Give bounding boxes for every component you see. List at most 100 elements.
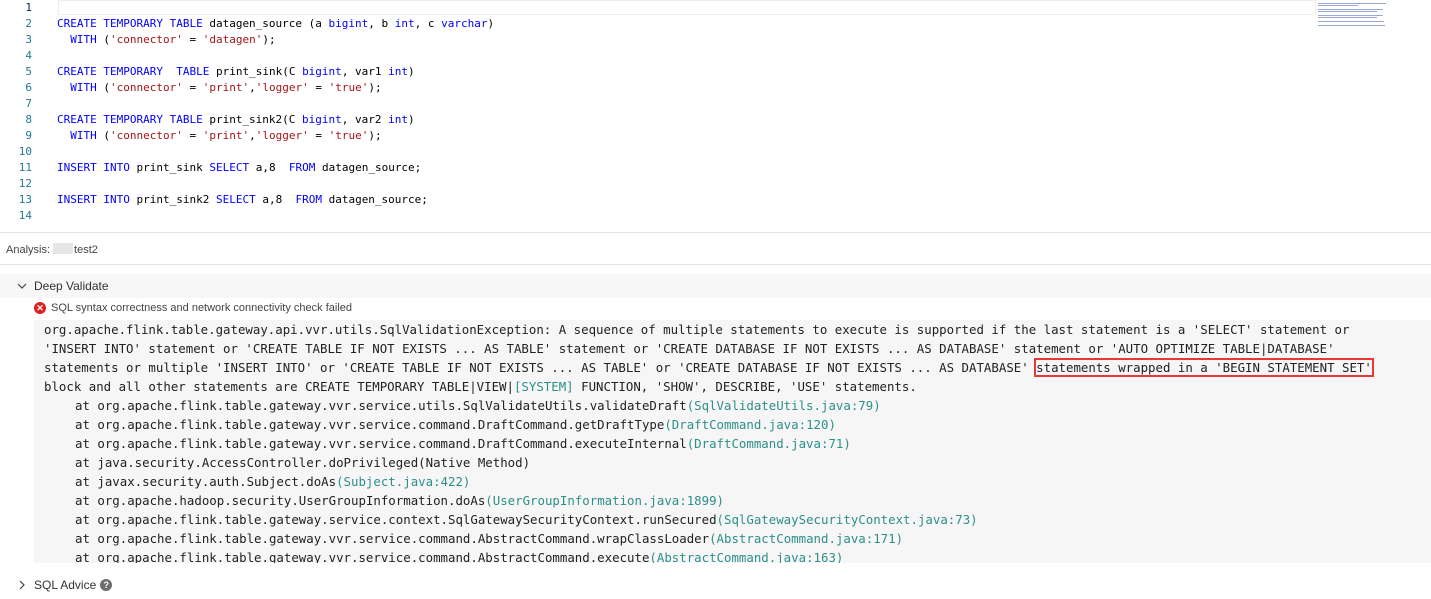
message-text: statements or multiple 'INSERT INTO' or … xyxy=(44,360,1037,375)
message-text: 'INSERT INTO' statement or 'CREATE TABLE… xyxy=(44,341,1335,356)
question-circle-icon[interactable]: ? xyxy=(100,579,113,591)
sql-keyword: CREATE TEMPORARY xyxy=(57,65,163,78)
code-token: = xyxy=(308,129,329,142)
line-number: 11 xyxy=(18,161,32,174)
sql-keyword: bigint xyxy=(302,65,342,78)
error-circle-icon: ✕ xyxy=(34,302,46,314)
error-stacktrace[interactable]: org.apache.flink.table.gateway.api.vvr.u… xyxy=(34,320,1431,563)
stack-frame-method: at org.apache.flink.table.gateway.vvr.se… xyxy=(75,436,687,451)
stack-frame-method: at org.apache.hadoop.security.UserGroupI… xyxy=(75,493,486,508)
deep-validate-header[interactable]: Deep Validate xyxy=(0,274,1431,298)
stack-frame-method: at java.security.AccessController.doPriv… xyxy=(75,455,531,470)
code-token: = xyxy=(182,81,203,94)
sql-keyword: bigint xyxy=(302,113,342,126)
code-token: ( xyxy=(96,33,110,46)
code-token: , var2 xyxy=(341,113,389,126)
code-line[interactable]: CREATE TEMPORARY TABLE print_sink2(C big… xyxy=(57,112,415,128)
code-token: , xyxy=(249,129,256,142)
stack-frame-method: at org.apache.flink.table.gateway.vvr.se… xyxy=(75,398,687,413)
stack-frame: at org.apache.flink.table.gateway.vvr.se… xyxy=(75,396,881,415)
stack-frame-source-link[interactable]: (Subject.java:422) xyxy=(336,474,470,489)
code-line[interactable]: WITH ('connector' = 'print','logger' = '… xyxy=(57,80,381,96)
editor-divider xyxy=(0,232,1431,233)
sql-keyword: bigint xyxy=(328,17,369,30)
code-token: a,8 xyxy=(249,161,289,174)
exception-message-line: block and all other statements are CREAT… xyxy=(44,377,917,396)
sql-string: 'print' xyxy=(202,81,250,94)
minimap-line xyxy=(1318,3,1386,4)
stack-frame-source-link[interactable]: (DraftCommand.java:71) xyxy=(687,436,851,451)
code-token: print_sink2 xyxy=(129,193,216,206)
exception-message-line: 'INSERT INTO' statement or 'CREATE TABLE… xyxy=(44,339,1335,358)
analysis-label: Analysis: xyxy=(6,244,51,256)
sql-advice-header[interactable]: SQL Advice ? xyxy=(0,573,1431,597)
minimap-line xyxy=(1318,11,1377,12)
stack-frame-source-link[interactable]: (AbstractCommand.java:163) xyxy=(649,550,843,563)
code-token: datagen_source; xyxy=(315,161,422,174)
sql-string: 'logger' xyxy=(255,129,309,142)
sql-string: 'true' xyxy=(328,81,369,94)
stack-frame-source-link[interactable]: (UserGroupInformation.java:1899) xyxy=(485,493,724,508)
stack-frame: at java.security.AccessController.doPriv… xyxy=(75,453,530,472)
sql-keyword: WITH xyxy=(70,81,97,94)
stack-frame: at org.apache.flink.table.gateway.vvr.se… xyxy=(75,434,851,453)
stack-frame-method: at org.apache.flink.table.gateway.servic… xyxy=(75,512,717,527)
minimap-line xyxy=(1318,5,1358,6)
sql-keyword: SELECT xyxy=(209,161,250,174)
stack-frame-source-link[interactable]: (DraftCommand.java:120) xyxy=(664,417,836,432)
sql-keyword: int xyxy=(388,113,409,126)
code-line[interactable]: CREATE TEMPORARY TABLE datagen_source (a… xyxy=(57,16,494,32)
sql-keyword: SELECT xyxy=(215,193,256,206)
stack-frame-source-link[interactable]: (AbstractCommand.java:171) xyxy=(709,531,903,546)
code-area[interactable]: CREATE TEMPORARY TABLE datagen_source (a… xyxy=(57,0,1311,232)
code-token: datagen_source; xyxy=(321,193,428,206)
sql-keyword: INSERT INTO xyxy=(57,193,130,206)
code-line[interactable]: WITH ('connector' = 'datagen'); xyxy=(57,32,275,48)
stack-frame: at org.apache.flink.table.gateway.vvr.se… xyxy=(75,548,843,563)
validation-status-text: SQL syntax correctness and network conne… xyxy=(51,302,353,314)
line-number: 3 xyxy=(25,33,32,46)
stack-frame-source-link[interactable]: (SqlValidateUtils.java:79) xyxy=(687,398,881,413)
exception-message-line: statements or multiple 'INSERT INTO' or … xyxy=(44,358,1374,377)
stack-frame: at org.apache.flink.table.gateway.vvr.se… xyxy=(75,415,836,434)
stack-frame-method: at org.apache.flink.table.gateway.vvr.se… xyxy=(75,550,650,563)
code-line[interactable]: INSERT INTO print_sink2 SELECT a,8 FROM … xyxy=(57,192,428,208)
minimap-line xyxy=(1318,15,1383,16)
minimap-line xyxy=(1318,25,1386,26)
stack-frame-method: at org.apache.flink.table.gateway.vvr.se… xyxy=(75,417,665,432)
stack-frame-source-link[interactable]: (SqlGatewaySecurityContext.java:73) xyxy=(717,512,978,527)
code-line[interactable]: CREATE TEMPORARY TABLE print_sink(C bigi… xyxy=(57,64,415,80)
message-text: org.apache.flink.table.gateway.api.vvr.u… xyxy=(44,322,1350,337)
code-token: print_sink xyxy=(129,161,210,174)
code-token: a,8 xyxy=(255,193,296,206)
line-number: 1 xyxy=(25,1,32,14)
sql-string: 'connector' xyxy=(110,33,183,46)
code-token: , xyxy=(249,81,256,94)
line-number: 2 xyxy=(25,17,32,30)
sql-string: 'connector' xyxy=(110,129,183,142)
exception-message-line: org.apache.flink.table.gateway.api.vvr.u… xyxy=(44,320,1349,339)
sql-keyword: FROM xyxy=(295,193,322,206)
editor-minimap[interactable] xyxy=(1318,1,1386,27)
highlighted-text: statements wrapped in a 'BEGIN STATEMENT… xyxy=(1034,358,1374,377)
code-token: = xyxy=(182,33,203,46)
line-number: 4 xyxy=(25,49,32,62)
stack-frame: at javax.security.auth.Subject.doAs(Subj… xyxy=(75,472,470,491)
line-number: 14 xyxy=(18,209,32,222)
code-token: ) xyxy=(487,17,495,30)
code-token: ) xyxy=(408,113,415,126)
sql-keyword: int xyxy=(394,17,415,30)
sql-string: 'connector' xyxy=(110,81,183,94)
sql-keyword: CREATE TEMPORARY TABLE xyxy=(57,17,203,30)
minimap-line xyxy=(1318,21,1384,22)
analysis-divider xyxy=(0,264,1431,265)
sql-editor[interactable]: 1 2 3 4 5 6 7 8 9 10 11 12 13 14 CREATE TEMPORARY TAB… xyxy=(0,0,1431,232)
chevron-down-icon[interactable] xyxy=(17,281,27,291)
chevron-right-icon[interactable] xyxy=(17,580,27,590)
stack-frame: at org.apache.hadoop.security.UserGroupI… xyxy=(75,491,724,510)
code-line[interactable]: INSERT INTO print_sink SELECT a,8 FROM d… xyxy=(57,160,421,176)
code-token: datagen_source (a xyxy=(202,17,329,30)
validation-status: ✕ SQL syntax correctness and network con… xyxy=(34,302,352,314)
code-line[interactable]: WITH ('connector' = 'print','logger' = '… xyxy=(57,128,381,144)
